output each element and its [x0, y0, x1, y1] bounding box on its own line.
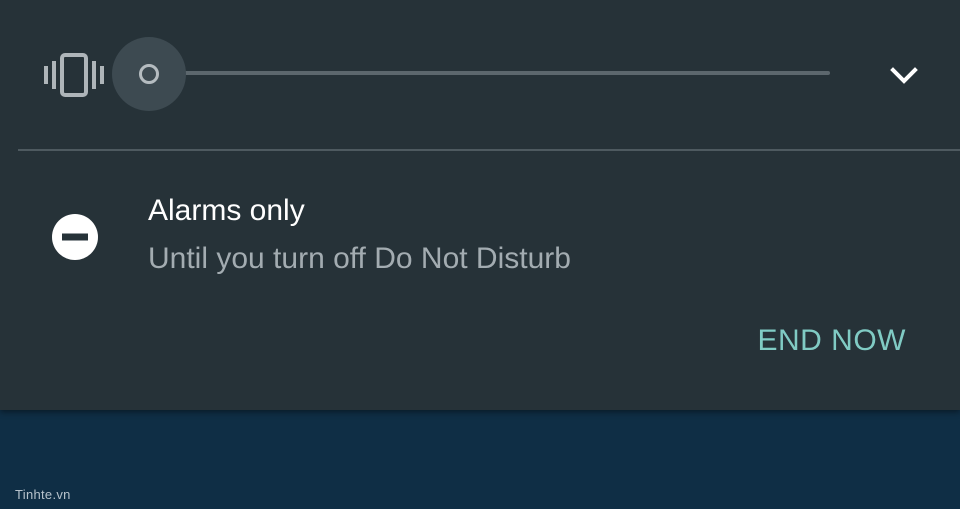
end-now-button[interactable]: END NOW	[758, 324, 907, 358]
vibrate-icon[interactable]	[44, 52, 104, 98]
volume-slider[interactable]	[112, 36, 832, 112]
watermark: Tinhte.vn	[15, 487, 71, 502]
do-not-disturb-icon	[51, 213, 99, 261]
mode-title: Alarms only	[148, 194, 305, 227]
slider-thumb[interactable]	[139, 64, 159, 84]
expand-button[interactable]	[880, 52, 928, 100]
volume-panel: Alarms only Until you turn off Do Not Di…	[0, 0, 960, 410]
mode-subtitle: Until you turn off Do Not Disturb	[148, 242, 571, 275]
divider	[18, 149, 960, 151]
chevron-down-icon	[890, 67, 918, 84]
volume-row	[0, 0, 960, 150]
slider-track[interactable]	[148, 71, 830, 75]
